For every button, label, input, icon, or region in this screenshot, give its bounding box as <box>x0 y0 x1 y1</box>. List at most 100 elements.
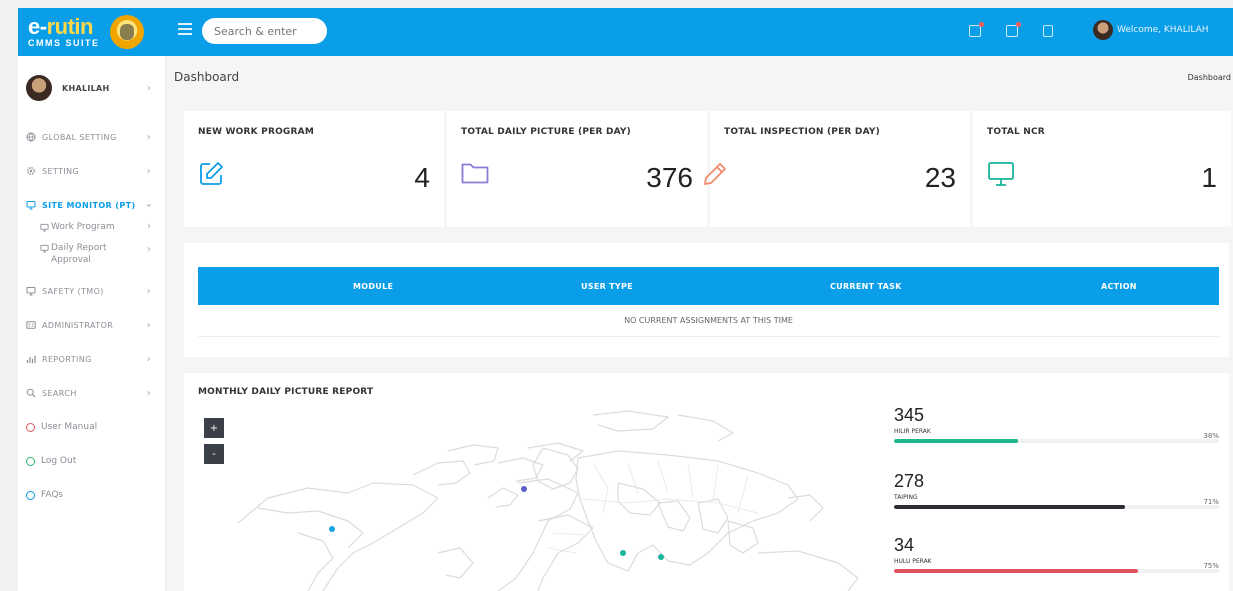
sidebar-link-user-manual[interactable]: User Manual <box>18 410 165 444</box>
sidebar-item-administrator[interactable]: ADMINISTRATOR › <box>18 308 165 342</box>
chevron-right-icon: › <box>146 387 151 399</box>
sidebar-link-faqs[interactable]: FAQs <box>18 478 165 512</box>
menu-toggle-icon[interactable] <box>178 23 192 35</box>
progress-bar <box>894 439 1219 443</box>
mail-icon[interactable] <box>969 22 984 37</box>
chevron-right-icon: › <box>146 285 151 297</box>
chevron-right-icon: › <box>147 244 151 255</box>
progress-fill <box>894 569 1138 573</box>
monitor-icon <box>40 244 49 253</box>
stat-value: 4 <box>414 162 430 193</box>
window-edge-top <box>18 0 1233 8</box>
column-header-action: ACTION <box>1101 281 1137 291</box>
progress-fill <box>894 505 1125 509</box>
column-header-current-task: CURRENT TASK <box>830 281 902 291</box>
sidebar-subitem-label: Work Program <box>51 222 115 232</box>
sidebar-item-reporting[interactable]: REPORTING › <box>18 342 165 376</box>
chevron-right-icon: › <box>146 165 151 177</box>
progress-bar <box>894 505 1219 509</box>
sidebar-item-setting[interactable]: SETTING › <box>18 154 165 188</box>
main-content: Dashboard Dashboard NEW WORK PROGRAM 4 T… <box>166 56 1233 591</box>
search-input[interactable] <box>202 18 327 44</box>
region-stat-taiping: 278 TAIPING 71% <box>894 471 1219 509</box>
page-title: Dashboard <box>174 70 240 84</box>
bar-chart-icon <box>26 355 36 363</box>
breadcrumb[interactable]: Dashboard <box>1188 73 1231 82</box>
sidebar-link-label: User Manual <box>41 422 98 432</box>
chevron-right-icon: › <box>146 319 151 331</box>
avatar <box>1093 20 1113 40</box>
sidebar-item-search[interactable]: SEARCH › <box>18 376 165 410</box>
search-icon <box>26 388 36 398</box>
column-header-module: MODULE <box>353 281 394 291</box>
sidebar-link-label: Log Out <box>41 456 77 466</box>
brand-logo[interactable]: e-rutin CMMS SUITE <box>18 8 168 56</box>
sidebar-link-label: FAQs <box>41 490 64 500</box>
circle-icon <box>26 456 35 466</box>
stat-label: TOTAL DAILY PICTURE (PER DAY) <box>461 127 631 137</box>
sidebar-subitem-work-program[interactable]: Work Program › <box>18 216 165 238</box>
top-bar: e-rutin CMMS SUITE Welcome, KHALILAH <box>18 8 1233 56</box>
brand-name: rutin <box>46 14 94 39</box>
empty-state-text: NO CURRENT ASSIGNMENTS AT THIS TIME <box>198 305 1219 337</box>
edit-icon <box>200 162 223 185</box>
stat-card-new-work-program[interactable]: NEW WORK PROGRAM 4 <box>184 111 444 227</box>
user-menu[interactable]: Welcome, KHALILAH <box>1093 20 1209 40</box>
region-percent: 75% <box>1203 562 1219 570</box>
sidebar-link-log-out[interactable]: Log Out <box>18 444 165 478</box>
id-card-icon <box>26 321 36 329</box>
map-marker[interactable] <box>329 526 335 532</box>
chevron-right-icon: › <box>146 353 151 365</box>
zoom-in-button[interactable]: + <box>204 418 224 438</box>
welcome-text: Welcome, KHALILAH <box>1117 25 1209 35</box>
fullscreen-icon[interactable] <box>1043 25 1053 37</box>
assignments-panel: MODULE USER TYPE CURRENT TASK ACTION NO … <box>184 243 1229 357</box>
monitor-icon <box>26 287 36 296</box>
map-marker[interactable] <box>620 550 626 556</box>
monitor-icon <box>988 162 1014 186</box>
region-value: 278 <box>894 471 925 491</box>
region-value: 345 <box>894 405 925 425</box>
avatar <box>26 75 52 101</box>
map-marker[interactable] <box>658 554 664 560</box>
sidebar-item-safety[interactable]: SAFETY (TMO) › <box>18 274 165 308</box>
column-header-user-type: USER TYPE <box>581 281 633 291</box>
region-stat-hulu-perak: 34 HULU PERAK 75% <box>894 535 1219 573</box>
sidebar-item-label: SAFETY (TMO) <box>42 286 104 296</box>
region-stat-hilir-perak: 345 HILIR PERAK 38% <box>894 405 1219 443</box>
chevron-right-icon: › <box>146 131 151 143</box>
circle-icon <box>26 490 35 500</box>
notes-icon[interactable] <box>1006 22 1021 37</box>
chevron-right-icon: › <box>147 221 151 232</box>
stat-card-total-ncr[interactable]: TOTAL NCR 1 <box>973 111 1231 227</box>
circle-icon <box>26 422 35 432</box>
region-value: 34 <box>894 535 915 555</box>
sidebar-subitem-label: Daily Report Approval <box>51 243 107 265</box>
sidebar-item-label: SITE MONITOR (PT) <box>42 200 136 210</box>
sidebar-item-label: SETTING <box>42 166 80 176</box>
gear-icon <box>27 167 35 175</box>
chevron-down-icon: › <box>143 202 155 208</box>
map-marker[interactable] <box>521 486 527 492</box>
sidebar-item-label: ADMINISTRATOR <box>42 320 114 330</box>
stat-value: 1 <box>1201 162 1217 193</box>
sidebar-profile[interactable]: KHALILAH › <box>18 56 165 120</box>
sidebar-subitem-daily-report-approval[interactable]: Daily Report Approval › <box>18 238 165 274</box>
window-edge-left <box>0 0 18 591</box>
profile-name: KHALILAH <box>62 83 110 93</box>
stat-card-total-daily-picture[interactable]: TOTAL DAILY PICTURE (PER DAY) 376 <box>447 111 707 227</box>
world-map[interactable] <box>198 403 878 591</box>
chevron-right-icon: › <box>147 82 151 94</box>
folder-icon <box>461 163 489 184</box>
progress-bar <box>894 569 1219 573</box>
stat-value: 23 <box>924 162 956 193</box>
globe-icon <box>26 132 36 142</box>
zoom-out-button[interactable]: - <box>204 444 224 464</box>
stat-card-total-inspection[interactable]: TOTAL INSPECTION (PER DAY) 23 <box>704 111 970 227</box>
sidebar-item-global-setting[interactable]: GLOBAL SETTING › <box>18 120 165 154</box>
stat-label: TOTAL INSPECTION (PER DAY) <box>724 127 880 137</box>
region-percent: 38% <box>1203 432 1219 440</box>
stat-label: NEW WORK PROGRAM <box>198 127 314 137</box>
sidebar: KHALILAH › GLOBAL SETTING › SETTING › SI… <box>18 56 166 591</box>
assignments-table-header: MODULE USER TYPE CURRENT TASK ACTION <box>198 267 1219 305</box>
